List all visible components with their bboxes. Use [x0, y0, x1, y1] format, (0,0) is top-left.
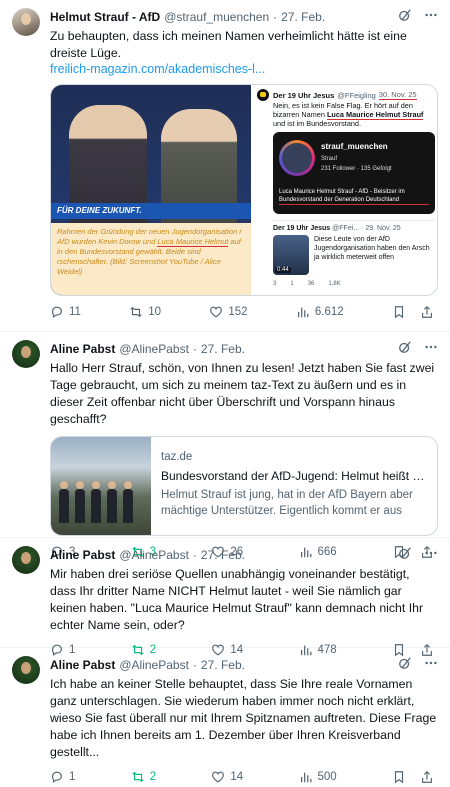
grok-icon[interactable] — [398, 340, 412, 354]
reply-icon — [51, 771, 62, 783]
heart-icon — [212, 771, 225, 783]
reply-icon — [51, 306, 62, 318]
media-screenshot: Der 19 Uhr Jesus @FFeigling 30. Nov. 25 … — [251, 85, 437, 295]
tweet[interactable]: Aline Pabst @AlinePabst · 27. Feb. Mir h… — [0, 538, 450, 657]
tweet-media[interactable]: FÜR DEINE ZUKUNFT. Rahmen der Gründung d… — [50, 84, 438, 296]
quote-actions: 3 1 36 1,8K — [273, 281, 341, 287]
tweet-text: Mir haben drei seriöse Quellen unabhängi… — [50, 567, 424, 632]
author-name[interactable]: Aline Pabst — [50, 658, 115, 672]
tweet-text: Zu behaupten, dass ich meinen Namen verh… — [50, 29, 407, 60]
tweet-date[interactable]: 27. Feb. — [201, 548, 245, 562]
views-button[interactable]: 500 — [299, 770, 337, 784]
media-caption: Rahmen der Gründung der neuen Jugendorga… — [51, 223, 251, 295]
bookmark-icon[interactable] — [392, 770, 406, 784]
avatar[interactable] — [12, 340, 40, 368]
quote-handle: @FFeigling — [337, 90, 376, 100]
more-icon[interactable] — [424, 546, 438, 560]
tweet-date[interactable]: 27. Feb. — [281, 10, 325, 24]
tweet-text: Hallo Herr Strauf, schön, von Ihnen zu l… — [50, 361, 435, 426]
ig-name: Strauf — [321, 156, 338, 162]
ig-stats: 231 Follower · 135 Gefolgt — [321, 166, 392, 172]
author-name[interactable]: Aline Pabst — [50, 342, 115, 356]
quote-author: Der 19 Uhr Jesus — [273, 90, 335, 100]
like-button[interactable]: 152 — [209, 305, 248, 319]
repost-button[interactable]: 10 — [129, 305, 161, 319]
link-card-description: Helmut Strauf ist jung, hat in der AfD B… — [161, 489, 413, 517]
quote-text: Nein, es ist kein False Flag. Er hört au… — [273, 101, 424, 128]
author-handle[interactable]: @AlinePabst — [119, 342, 189, 356]
link-card-domain: taz.de — [161, 451, 193, 463]
quote-tweet: Der 19 Uhr Jesus @FFei... · 29. Nov. 25 … — [273, 220, 435, 275]
video-thumbnail: 0:44 — [273, 235, 309, 275]
grok-icon[interactable] — [398, 8, 412, 22]
tweet-text: Ich habe an keiner Stelle behauptet, das… — [50, 677, 437, 759]
ig-bio: Luca Maurice Helmut Strauf - AfD - Beisi… — [279, 188, 429, 205]
avatar[interactable] — [12, 8, 40, 36]
more-icon[interactable] — [424, 340, 438, 354]
share-icon[interactable] — [420, 770, 434, 784]
link-card-image — [51, 437, 151, 535]
quote2-text: Diese Leute von der AfD Jugendorganisati… — [314, 236, 430, 261]
profile-ring — [279, 140, 315, 176]
author-name[interactable]: Aline Pabst — [50, 548, 115, 562]
quote-date: 30. Nov. 25 — [378, 90, 417, 100]
media-banner: FÜR DEINE ZUKUNFT. — [51, 203, 251, 219]
avatar[interactable] — [12, 546, 40, 574]
action-bar: 1 2 14 500 — [50, 767, 438, 787]
tweet[interactable]: Aline Pabst @AlinePabst · 27. Feb. Ich h… — [0, 648, 450, 784]
action-bar: 11 10 152 6.612 — [50, 302, 438, 322]
tweet[interactable]: Aline Pabst @AlinePabst · 27. Feb. Hallo… — [0, 332, 450, 559]
author-handle[interactable]: @AlinePabst — [119, 658, 189, 672]
media-photo: FÜR DEINE ZUKUNFT. Rahmen der Gründung d… — [51, 85, 251, 295]
author-name[interactable]: Helmut Strauf - AfD — [50, 10, 160, 24]
author-handle[interactable]: @AlinePabst — [119, 548, 189, 562]
link-card-title: Bundesvorstand der AfD-Jugend: Helmut he… — [161, 469, 427, 483]
repost-icon — [130, 306, 142, 318]
views-button[interactable]: 6.612 — [296, 305, 344, 319]
ig-username: strauf_muenchen — [321, 142, 388, 151]
tweet-date[interactable]: 27. Feb. — [201, 342, 245, 356]
more-icon[interactable] — [424, 656, 438, 670]
separator-dot: · — [192, 548, 197, 562]
separator-dot: · — [192, 342, 197, 356]
quote-avatar — [257, 89, 269, 101]
tweet[interactable]: Helmut Strauf - AfD @strauf_muenchen · 2… — [0, 0, 450, 332]
author-handle[interactable]: @strauf_muenchen — [164, 10, 269, 24]
separator-dot: · — [192, 658, 197, 672]
repost-button[interactable]: 2 — [131, 770, 156, 784]
grok-icon[interactable] — [398, 656, 412, 670]
reply-button[interactable]: 11 — [50, 305, 81, 319]
bookmark-icon[interactable] — [392, 305, 406, 319]
tweet-date[interactable]: 27. Feb. — [201, 658, 245, 672]
avatar[interactable] — [12, 656, 40, 684]
instagram-profile-card: strauf_muenchen Strauf 231 Follower · 13… — [273, 132, 435, 214]
link-card[interactable]: taz.de Bundesvorstand der AfD-Jugend: He… — [50, 436, 438, 536]
more-icon[interactable] — [424, 8, 438, 22]
views-icon — [297, 307, 309, 318]
separator-dot: · — [273, 10, 278, 24]
grok-icon[interactable] — [398, 546, 412, 560]
heart-icon — [210, 306, 223, 318]
views-icon — [300, 772, 311, 783]
reply-button[interactable]: 1 — [50, 770, 75, 784]
share-icon[interactable] — [420, 305, 434, 319]
tweet-link[interactable]: freilich-magazin.com/akademisches-l... — [50, 62, 438, 76]
like-button[interactable]: 14 — [211, 770, 243, 784]
repost-icon — [132, 771, 144, 783]
